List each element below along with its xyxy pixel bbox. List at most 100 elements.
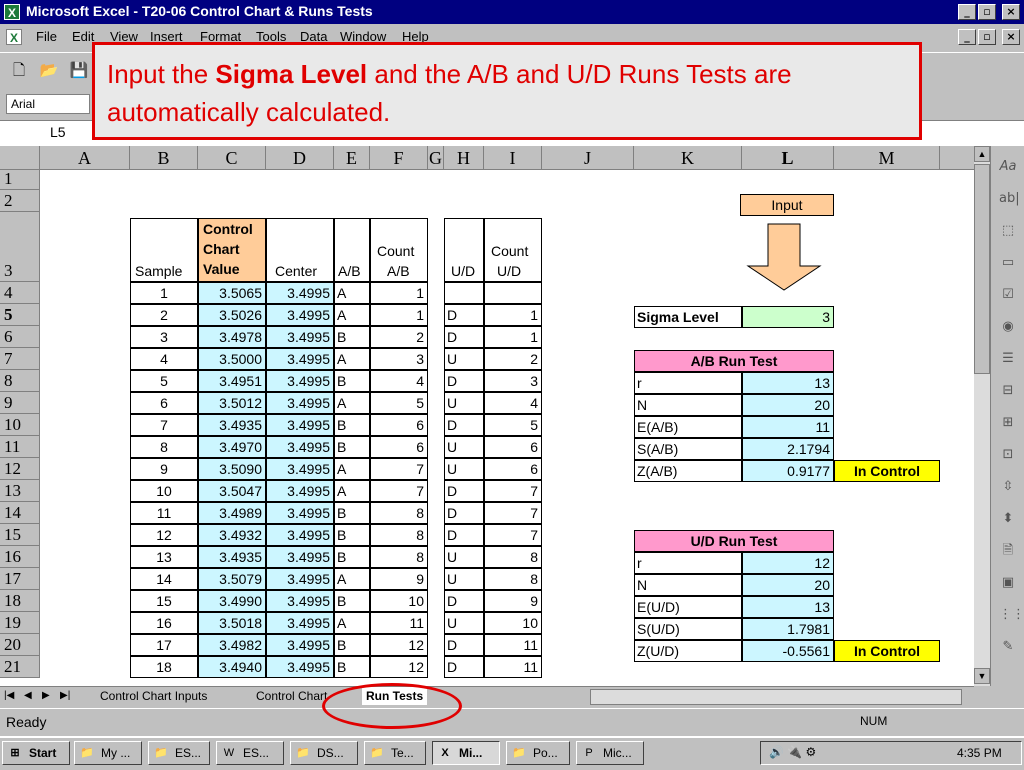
cell-count-ud[interactable]: 10 xyxy=(484,612,542,634)
cell-center[interactable]: 3.4995 xyxy=(266,370,334,392)
toggle-grid-icon[interactable]: ⋮⋮ xyxy=(999,606,1024,624)
row-header-5[interactable]: 5 xyxy=(0,304,40,326)
cell-center[interactable]: 3.4995 xyxy=(266,458,334,480)
col-header-f[interactable]: F xyxy=(370,146,428,170)
cell-control-chart-value[interactable]: 3.5090 xyxy=(198,458,266,480)
cell-ab[interactable]: A xyxy=(334,612,370,634)
cell-count-ud[interactable]: 3 xyxy=(484,370,542,392)
ud-test-value[interactable]: 12 xyxy=(742,552,834,574)
cell-count-ud[interactable]: 4 xyxy=(484,392,542,414)
cell-count-ud[interactable]: 9 xyxy=(484,590,542,612)
cell-ab[interactable]: A xyxy=(334,458,370,480)
cell-ab[interactable]: A xyxy=(334,568,370,590)
checkbox-tool-icon[interactable]: ☑ xyxy=(999,286,1017,304)
cell-count-ud[interactable]: 11 xyxy=(484,656,542,678)
cell-control-chart-value[interactable]: 3.5000 xyxy=(198,348,266,370)
name-box[interactable]: L5 xyxy=(50,124,66,140)
row-header-14[interactable]: 14 xyxy=(0,502,40,524)
cell-control-chart-value[interactable]: 3.5026 xyxy=(198,304,266,326)
cell-center[interactable]: 3.4995 xyxy=(266,480,334,502)
cell-ab[interactable]: B xyxy=(334,436,370,458)
cell-center[interactable]: 3.4995 xyxy=(266,634,334,656)
taskbar-item[interactable]: 📁 DS... xyxy=(290,741,358,765)
cell-control-chart-value[interactable]: 3.4978 xyxy=(198,326,266,348)
workbook-icon[interactable]: X xyxy=(6,29,22,45)
cell-count-ud[interactable] xyxy=(484,282,542,304)
row-header-8[interactable]: 8 xyxy=(0,370,40,392)
save-icon[interactable]: 💾 xyxy=(68,59,90,81)
edit-box-tool-icon[interactable]: ab| xyxy=(999,190,1020,208)
cell-control-chart-value[interactable]: 3.4951 xyxy=(198,370,266,392)
cell-ab[interactable]: A xyxy=(334,480,370,502)
horizontal-scrollbar[interactable] xyxy=(590,689,962,705)
cell-count-ud[interactable]: 11 xyxy=(484,634,542,656)
cell-control-chart-value[interactable]: 3.4935 xyxy=(198,546,266,568)
option-button-tool-icon[interactable]: ◉ xyxy=(999,318,1017,336)
doc-close-button[interactable]: × xyxy=(1002,29,1020,45)
ab-test-value[interactable]: 2.1794 xyxy=(742,438,834,460)
cell-control-chart-value[interactable]: 3.4982 xyxy=(198,634,266,656)
col-header-l[interactable]: L xyxy=(742,146,834,170)
cell-center[interactable]: 3.4995 xyxy=(266,502,334,524)
label-tool-icon[interactable]: Aa xyxy=(999,158,1017,176)
cell-sample[interactable]: 3 xyxy=(130,326,198,348)
cell-sample[interactable]: 8 xyxy=(130,436,198,458)
cell-control-chart-value[interactable]: 3.4990 xyxy=(198,590,266,612)
cell-count-ud[interactable]: 7 xyxy=(484,502,542,524)
row-header-6[interactable]: 6 xyxy=(0,326,40,348)
edit-code-icon[interactable]: ▣ xyxy=(999,574,1017,592)
new-icon[interactable]: 🗋 xyxy=(8,59,30,81)
col-header-d[interactable]: D xyxy=(266,146,334,170)
cell-count-ab[interactable]: 4 xyxy=(370,370,428,392)
cell-center[interactable]: 3.4995 xyxy=(266,590,334,612)
scroll-thumb[interactable] xyxy=(974,164,990,374)
cell-sample[interactable]: 4 xyxy=(130,348,198,370)
col-header-i[interactable]: I xyxy=(484,146,542,170)
cell-ab[interactable]: B xyxy=(334,656,370,678)
col-header-h[interactable]: H xyxy=(444,146,484,170)
cell-ab[interactable]: A xyxy=(334,282,370,304)
col-header-k[interactable]: K xyxy=(634,146,742,170)
cell-count-ab[interactable]: 12 xyxy=(370,634,428,656)
combo-dropdown-tool-icon[interactable]: ⊡ xyxy=(999,446,1017,464)
row-header-17[interactable]: 17 xyxy=(0,568,40,590)
cell-count-ab[interactable]: 1 xyxy=(370,282,428,304)
ab-test-value[interactable]: 0.9177 xyxy=(742,460,834,482)
combo-list-tool-icon[interactable]: ⊞ xyxy=(999,414,1017,432)
col-header-n[interactable] xyxy=(940,146,974,170)
cell-control-chart-value[interactable]: 3.4970 xyxy=(198,436,266,458)
tab-control-chart[interactable]: Control Chart xyxy=(256,687,327,705)
cell-ud[interactable]: D xyxy=(444,656,484,678)
cell-count-ud[interactable]: 8 xyxy=(484,568,542,590)
cell-ab[interactable]: B xyxy=(334,502,370,524)
start-button[interactable]: ⊞ Start xyxy=(2,741,70,765)
cell-count-ud[interactable]: 7 xyxy=(484,524,542,546)
group-box-tool-icon[interactable]: ⬚ xyxy=(999,222,1017,240)
cell-ud[interactable]: U xyxy=(444,546,484,568)
col-header-a[interactable]: A xyxy=(40,146,130,170)
col-header-m[interactable]: M xyxy=(834,146,940,170)
taskbar-item[interactable]: 📁 My ... xyxy=(74,741,142,765)
cell-sample[interactable]: 11 xyxy=(130,502,198,524)
cell-count-ab[interactable]: 2 xyxy=(370,326,428,348)
doc-minimize-button[interactable]: _ xyxy=(958,29,976,45)
cell-count-ab[interactable]: 7 xyxy=(370,480,428,502)
cell-sample[interactable]: 1 xyxy=(130,282,198,304)
cell-count-ab[interactable]: 6 xyxy=(370,436,428,458)
cell-center[interactable]: 3.4995 xyxy=(266,282,334,304)
cell-sample[interactable]: 16 xyxy=(130,612,198,634)
ud-test-value[interactable]: 20 xyxy=(742,574,834,596)
cell-count-ab[interactable]: 10 xyxy=(370,590,428,612)
cell-ud[interactable]: U xyxy=(444,392,484,414)
scroll-bar-tool-icon[interactable]: ⇳ xyxy=(999,478,1017,496)
scroll-up-button[interactable]: ▲ xyxy=(974,146,990,162)
cell-ab[interactable]: A xyxy=(334,304,370,326)
cell-control-chart-value[interactable]: 3.4935 xyxy=(198,414,266,436)
tab-control-chart-inputs[interactable]: Control Chart Inputs xyxy=(100,687,207,705)
cell-sample[interactable]: 6 xyxy=(130,392,198,414)
cell-ud[interactable]: U xyxy=(444,568,484,590)
cell-center[interactable]: 3.4995 xyxy=(266,348,334,370)
cell-count-ab[interactable]: 12 xyxy=(370,656,428,678)
cell-ud[interactable]: D xyxy=(444,326,484,348)
cell-count-ab[interactable]: 3 xyxy=(370,348,428,370)
